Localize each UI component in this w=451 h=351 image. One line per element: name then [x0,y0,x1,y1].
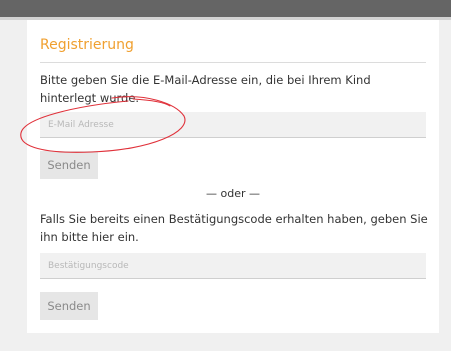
top-bar [0,0,451,17]
code-instruction: Falls Sie bereits einen Bestätigungscode… [40,212,428,244]
or-divider: — oder — [206,187,260,200]
email-submit-button[interactable]: Senden [40,151,98,179]
confirmation-code-input[interactable] [40,253,426,279]
registration-card: Registrierung Bitte geben Sie die E-Mail… [27,20,439,333]
page-title: Registrierung [40,37,134,53]
title-divider [40,62,426,63]
email-instruction: Bitte geben Sie die E-Mail-Adresse ein, … [40,73,371,105]
code-submit-button[interactable]: Senden [40,292,98,320]
email-input[interactable] [40,112,426,138]
